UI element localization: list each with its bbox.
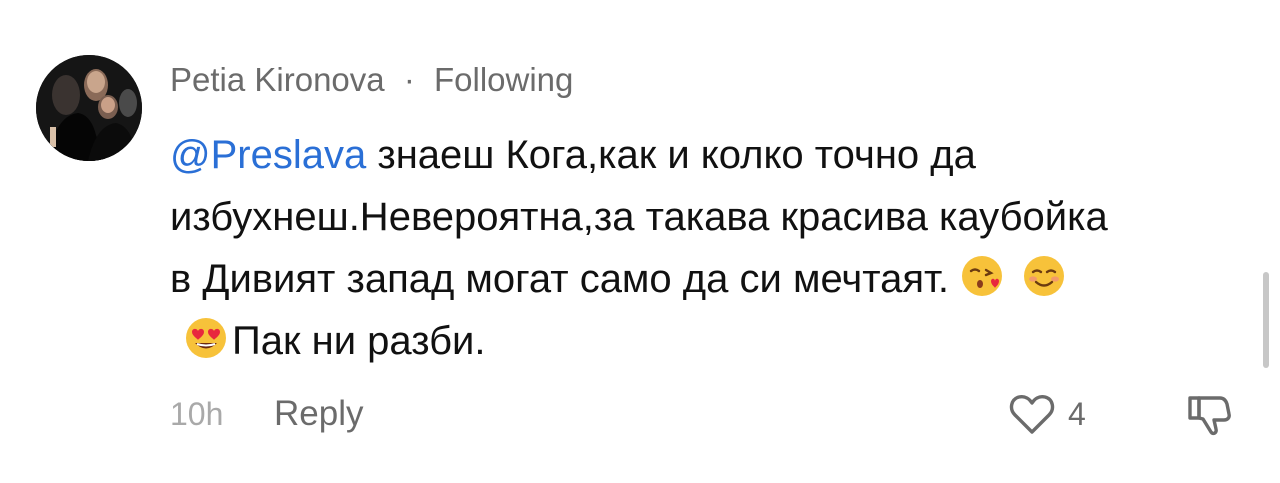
comment-header: Petia Kironova · Following: [170, 58, 1170, 102]
separator-dot: ·: [403, 61, 415, 98]
avatar[interactable]: [36, 55, 142, 161]
reply-button[interactable]: Reply: [274, 394, 363, 434]
kissing-heart-emoji-icon: [962, 256, 1003, 296]
following-label: Following: [433, 61, 574, 98]
smiling-blush-emoji-icon: [1024, 256, 1065, 296]
comment-text: @Preslava знаеш Кога,как и колко точно д…: [170, 124, 1130, 372]
timestamp: 10h: [170, 396, 224, 432]
mention-link[interactable]: @Preslava: [170, 133, 366, 177]
author-name[interactable]: Petia Kironova: [170, 61, 385, 98]
comment-text-part2: Пак ни разби.: [232, 319, 486, 363]
comment-card: Petia Kironova · Following @Preslava зна…: [0, 0, 1280, 483]
thumbs-down-outline-icon[interactable]: [1186, 392, 1232, 438]
like-count: 4: [1068, 396, 1086, 432]
scrollbar[interactable]: [1263, 272, 1269, 368]
heart-eyes-emoji-icon: [186, 318, 226, 358]
comment-footer: 10h Reply 4: [170, 390, 1250, 440]
comment-content: Petia Kironova · Following @Preslava зна…: [170, 58, 1170, 372]
heart-outline-icon[interactable]: [1008, 392, 1056, 436]
